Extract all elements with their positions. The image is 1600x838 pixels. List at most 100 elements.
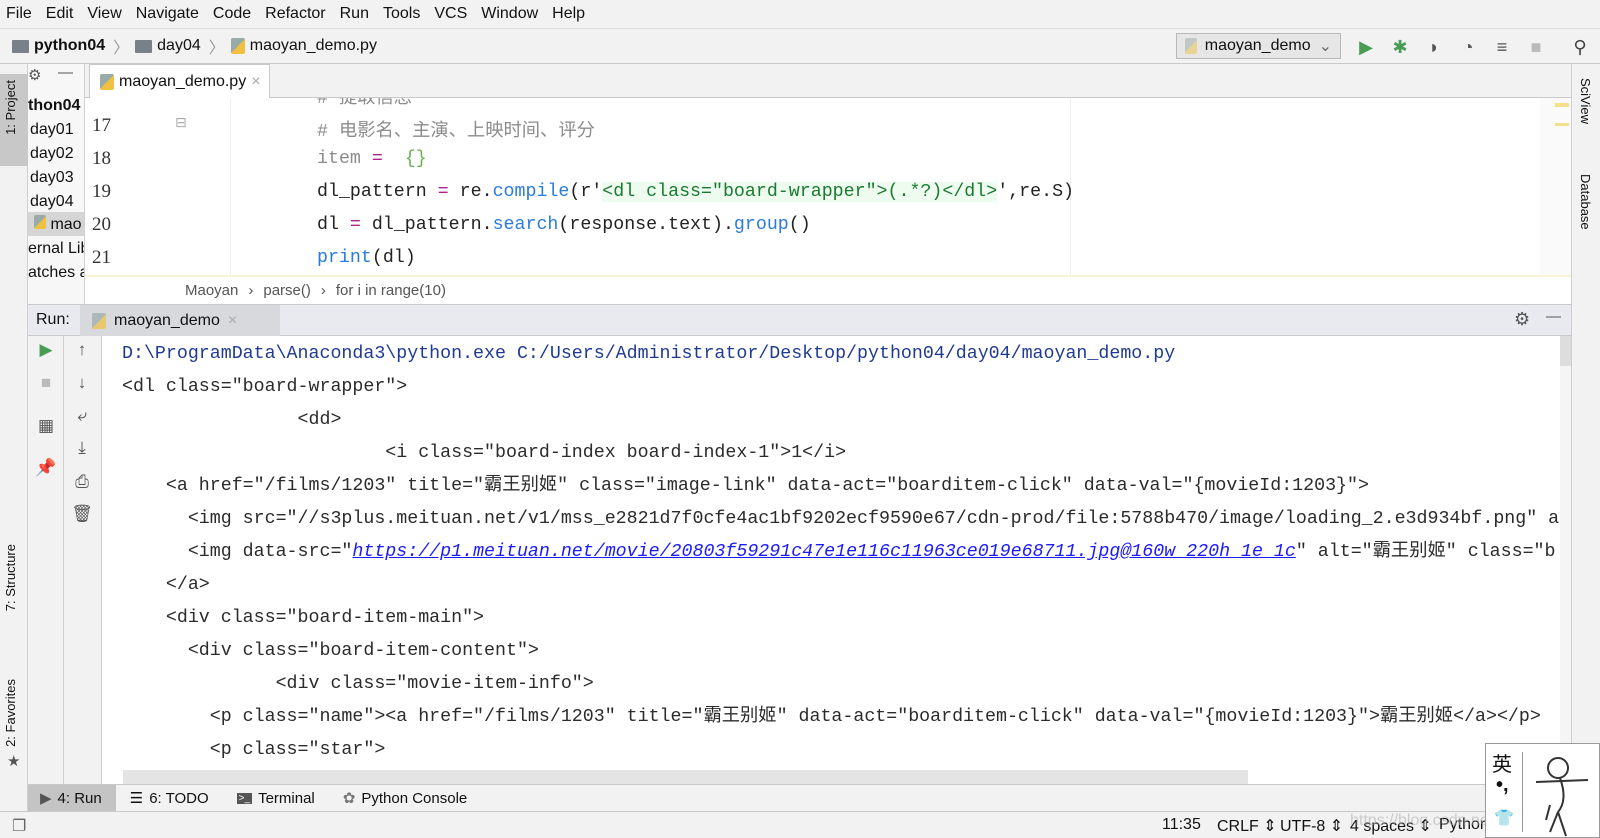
project-tool-button[interactable]: 1: Project	[3, 80, 18, 135]
crumb-project[interactable]: python04	[12, 37, 105, 55]
tab-label: Terminal	[258, 789, 315, 807]
tab-terminal[interactable]: >_ Terminal	[223, 785, 329, 812]
line-separator[interactable]: CRLF ⇕	[1217, 816, 1277, 836]
console-line: <p class="star">	[122, 734, 386, 767]
search-icon[interactable]: ⚲	[1569, 36, 1591, 58]
tree-item[interactable]: atches a	[28, 264, 84, 282]
favorites-tool-button[interactable]: 2: Favorites	[3, 679, 18, 747]
close-icon[interactable]: ×	[251, 73, 260, 91]
tab-todo[interactable]: ☰ 6: TODO	[116, 785, 223, 812]
run-icon[interactable]: ▶	[1355, 36, 1377, 58]
code-token: dl_pattern	[317, 182, 438, 202]
console-text: <div class="board-item-main">	[122, 608, 485, 628]
menu-tools[interactable]: Tools	[383, 5, 420, 23]
tree-item[interactable]: day03	[30, 169, 74, 187]
stop-icon[interactable]: ■	[1525, 36, 1547, 58]
tab-label: 4: Run	[57, 789, 102, 807]
layout-icon[interactable]: ▦	[36, 416, 56, 436]
gear-icon[interactable]: ⚙	[28, 66, 41, 84]
toggle-panels-icon[interactable]: ❐	[12, 816, 26, 836]
fold-icon[interactable]: ⊟	[175, 114, 187, 131]
console-text: <p class="name"><a href="/films/1203" ti…	[122, 707, 1541, 727]
line-number: 21	[92, 247, 111, 268]
scroll-to-end-icon[interactable]: ⤓	[72, 438, 92, 458]
console-vertical-scrollbar[interactable]	[1560, 336, 1571, 784]
editor-tab[interactable]: maoyan_demo.py ×	[89, 64, 270, 98]
separator-icon: 〉	[113, 40, 130, 57]
menu-refactor[interactable]: Refactor	[265, 5, 325, 23]
caret-position[interactable]: 11:35	[1162, 816, 1201, 834]
profile-icon[interactable]: ◔	[1457, 36, 1479, 58]
encoding-label: UTF-8	[1280, 818, 1326, 835]
crumb-folder[interactable]: day04	[135, 37, 201, 55]
python-icon	[1185, 38, 1197, 54]
tree-item[interactable]: day01	[30, 121, 74, 139]
menu-vcs[interactable]: VCS	[434, 5, 467, 23]
coverage-icon[interactable]: ◗	[1423, 36, 1445, 58]
soft-wrap-icon[interactable]: ⤶	[72, 406, 92, 426]
menu-file[interactable]: File	[6, 5, 32, 23]
minimize-icon[interactable]: —	[1546, 308, 1561, 325]
console-line: <p class="name"><a href="/films/1203" ti…	[122, 701, 1541, 734]
close-icon[interactable]: ×	[228, 312, 237, 330]
tree-item[interactable]: day02	[30, 145, 74, 163]
breadcrumb-loop[interactable]: for i in range(10)	[336, 282, 446, 299]
run-tab[interactable]: maoyan_demo ×	[80, 305, 280, 336]
database-tool-button[interactable]: Database	[1578, 174, 1593, 230]
menu-help[interactable]: Help	[552, 5, 585, 23]
ime-toolbar: 英 •, 👕	[1485, 743, 1600, 838]
menu-run[interactable]: Run	[340, 5, 369, 23]
menu-window[interactable]: Window	[481, 5, 538, 23]
code-token: <dl class="board-wrapper">(.*?)</dl>	[602, 182, 998, 202]
menu-view[interactable]: View	[87, 5, 121, 23]
down-arrow-icon[interactable]: ↓	[72, 373, 92, 393]
crumb-file[interactable]: maoyan_demo.py	[230, 37, 377, 55]
ime-punctuation[interactable]: •,	[1496, 774, 1509, 797]
up-arrow-icon[interactable]: ↑	[72, 340, 92, 360]
stop-icon[interactable]: ■	[36, 373, 56, 393]
tab-python-console[interactable]: ✿ Python Console	[329, 785, 481, 812]
breadcrumb-class[interactable]: Maoyan	[185, 282, 238, 299]
tree-item-selected[interactable]: mao	[28, 212, 84, 236]
tab-label: maoyan_demo.py	[119, 72, 247, 90]
code-token: (r'	[569, 182, 603, 202]
trash-icon[interactable]: 🗑	[71, 504, 93, 524]
chevron-right-icon: ›	[248, 282, 254, 299]
menu-edit[interactable]: Edit	[46, 5, 74, 23]
minimize-icon[interactable]: —	[58, 64, 73, 81]
console-output[interactable]: D:\ProgramData\Anaconda3\python.exe C:/U…	[102, 336, 1560, 784]
menu-code[interactable]: Code	[213, 5, 251, 23]
rerun-icon[interactable]: ▶	[36, 340, 56, 360]
python-icon	[92, 312, 106, 329]
code-editor[interactable]: ⊟ 16 17 18 19 20 21 # 提取信息 # 电影名、主演、上映时间、评分 item…	[85, 98, 1571, 275]
console-line: <div class="board-item-main">	[122, 602, 484, 635]
console-text: </a>	[122, 575, 210, 595]
breadcrumb-function[interactable]: parse()	[263, 282, 311, 299]
run-configuration-select[interactable]: maoyan_demo ⌄	[1176, 33, 1341, 59]
sciview-tool-button[interactable]: SciView	[1578, 78, 1593, 124]
tree-root[interactable]: thon04	[28, 97, 80, 115]
console-horizontal-scrollbar[interactable]	[123, 770, 1248, 784]
debug-icon[interactable]: ✱	[1389, 36, 1411, 58]
run-panel-header: Run: maoyan_demo × ⚙ —	[28, 304, 1571, 336]
concurrency-icon[interactable]: ≡	[1491, 36, 1513, 58]
project-panel: ⚙ — thon04 day01 day02 day03 day04 mao e…	[28, 64, 85, 304]
tree-item[interactable]: ernal Lib	[28, 240, 84, 258]
pin-icon[interactable]: 📌	[35, 458, 56, 478]
console-line: <dd>	[122, 404, 342, 437]
structure-tool-button[interactable]: 7: Structure	[3, 544, 18, 611]
skin-icon[interactable]: 👕	[1494, 808, 1514, 828]
tree-item[interactable]: day04	[30, 193, 74, 211]
tab-run[interactable]: ▶ 4: Run	[28, 784, 116, 812]
menu-navigate[interactable]: Navigate	[136, 5, 199, 23]
code-line: dl_pattern = re.compile(r'<dl class="boa…	[317, 182, 1074, 202]
ime-mode[interactable]: 英	[1492, 748, 1512, 777]
separator-icon: 〉	[208, 40, 225, 57]
file-encoding[interactable]: UTF-8 ⇕	[1280, 816, 1343, 836]
code-token: # 电影名、主演、上映时间、评分	[317, 122, 595, 142]
print-icon[interactable]: ⎙	[72, 472, 92, 492]
python-file-icon	[100, 73, 114, 90]
gear-icon[interactable]: ⚙	[1514, 309, 1530, 330]
console-link[interactable]: https://p1.meituan.net/movie/20803f59291…	[352, 542, 1295, 562]
